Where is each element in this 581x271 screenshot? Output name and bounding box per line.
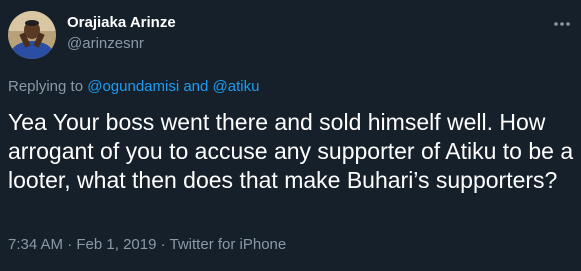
mention-atiku[interactable]: @atiku [213,78,260,95]
avatar-image [8,11,56,59]
tweet-source[interactable]: Twitter for iPhone [170,236,287,253]
more-options-button[interactable] [550,12,574,36]
tweet-card: Orajiaka Arinze @arinzesnr Replying to @… [0,0,581,271]
mention-ogundamisi[interactable]: @ogundamisi [87,78,179,95]
more-horizontal-icon [554,22,570,26]
author-display-name[interactable]: Orajiaka Arinze [67,14,176,31]
tweet-time[interactable]: 7:34 AM [8,236,63,253]
tweet-metadata: 7:34 AM · Feb 1, 2019 · Twitter for iPho… [8,236,286,253]
meta-separator: · [156,236,170,253]
tweet-text: Yea Your boss went there and sold himsel… [8,109,574,193]
replying-to-line: Replying to @ogundamisi and @atiku [8,78,259,95]
meta-separator: · [63,236,77,253]
author-handle[interactable]: @arinzesnr [67,35,144,52]
avatar[interactable] [8,11,56,59]
tweet-date[interactable]: Feb 1, 2019 [76,236,156,253]
mention-conjunction[interactable]: and [179,78,212,95]
replying-to-label: Replying to [8,78,88,95]
